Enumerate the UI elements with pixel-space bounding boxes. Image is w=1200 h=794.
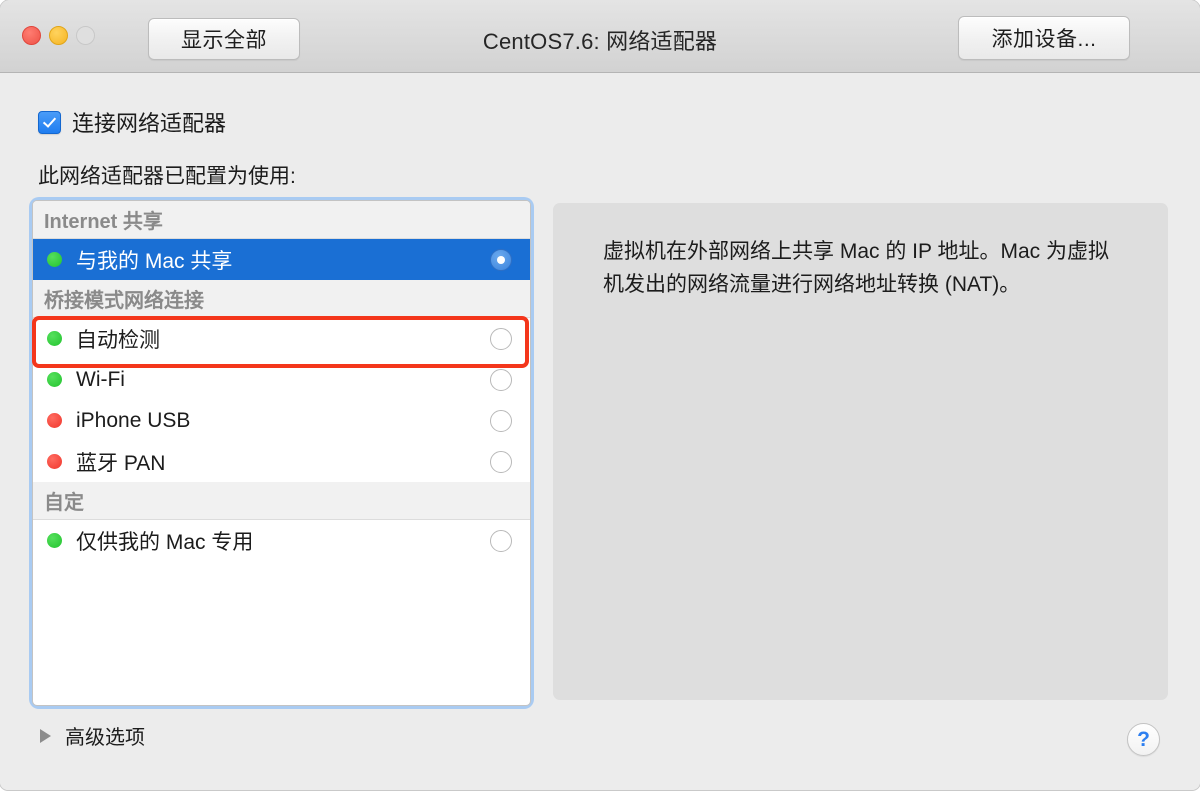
status-indicator-dot [47,454,62,469]
connect-network-adapter-label: 连接网络适配器 [72,111,227,136]
network-option-radio[interactable] [490,327,512,350]
network-option-radio[interactable] [490,368,512,391]
network-option-radio[interactable] [490,409,512,432]
network-option-radio[interactable] [490,248,512,271]
connect-network-adapter-checkbox[interactable] [38,110,61,134]
network-option-radio[interactable] [490,529,512,552]
network-group-header: 自定 [33,482,530,520]
network-group-header: 桥接模式网络连接 [33,280,530,318]
preferences-window: 显示全部 CentOS7.6: 网络适配器 添加设备... 连接网络适配器 此网… [0,0,1200,790]
advanced-options-disclosure[interactable]: 高级选项 [40,721,145,750]
status-indicator-dot [47,533,62,548]
network-option-label: iPhone USB [76,408,191,432]
chevron-right-icon[interactable] [40,728,51,743]
help-button[interactable]: ? [1127,723,1160,756]
advanced-options-label: 高级选项 [65,727,145,749]
network-option-row[interactable]: 蓝牙 PAN [33,441,530,482]
network-option-row[interactable]: 与我的 Mac 共享 [33,239,530,280]
add-device-button[interactable]: 添加设备... [958,16,1130,60]
network-option-radio[interactable] [490,450,512,473]
network-option-label: 仅供我的 Mac 专用 [76,530,254,554]
status-indicator-dot [47,372,62,387]
configured-for-label: 此网络适配器已配置为使用: [38,165,296,188]
connect-network-adapter-row[interactable]: 连接网络适配器 [38,106,226,138]
network-option-row[interactable]: 自动检测 [33,318,530,359]
status-indicator-dot [47,252,62,267]
network-option-label: 与我的 Mac 共享 [76,249,233,273]
network-option-label: Wi-Fi [76,367,125,391]
network-option-row[interactable]: iPhone USB [33,400,530,441]
description-panel: 虚拟机在外部网络上共享 Mac 的 IP 地址。Mac 为虚拟机发出的网络流量进… [553,203,1168,700]
network-option-label: 蓝牙 PAN [76,451,166,475]
settings-content: 连接网络适配器 此网络适配器已配置为使用: Internet 共享与我的 Mac… [0,73,1200,790]
network-list[interactable]: Internet 共享与我的 Mac 共享桥接模式网络连接自动检测 Wi-Fi iP… [32,200,531,706]
status-indicator-dot [47,413,62,428]
network-option-row[interactable]: Wi-Fi [33,359,530,400]
network-option-label: 自动检测 [76,328,160,352]
status-indicator-dot [47,331,62,346]
window-toolbar: 显示全部 CentOS7.6: 网络适配器 添加设备... [0,0,1200,73]
network-option-row[interactable]: 仅供我的 Mac 专用 [33,520,530,561]
network-group-header: Internet 共享 [33,201,530,239]
description-text: 虚拟机在外部网络上共享 Mac 的 IP 地址。Mac 为虚拟机发出的网络流量进… [603,240,1109,296]
